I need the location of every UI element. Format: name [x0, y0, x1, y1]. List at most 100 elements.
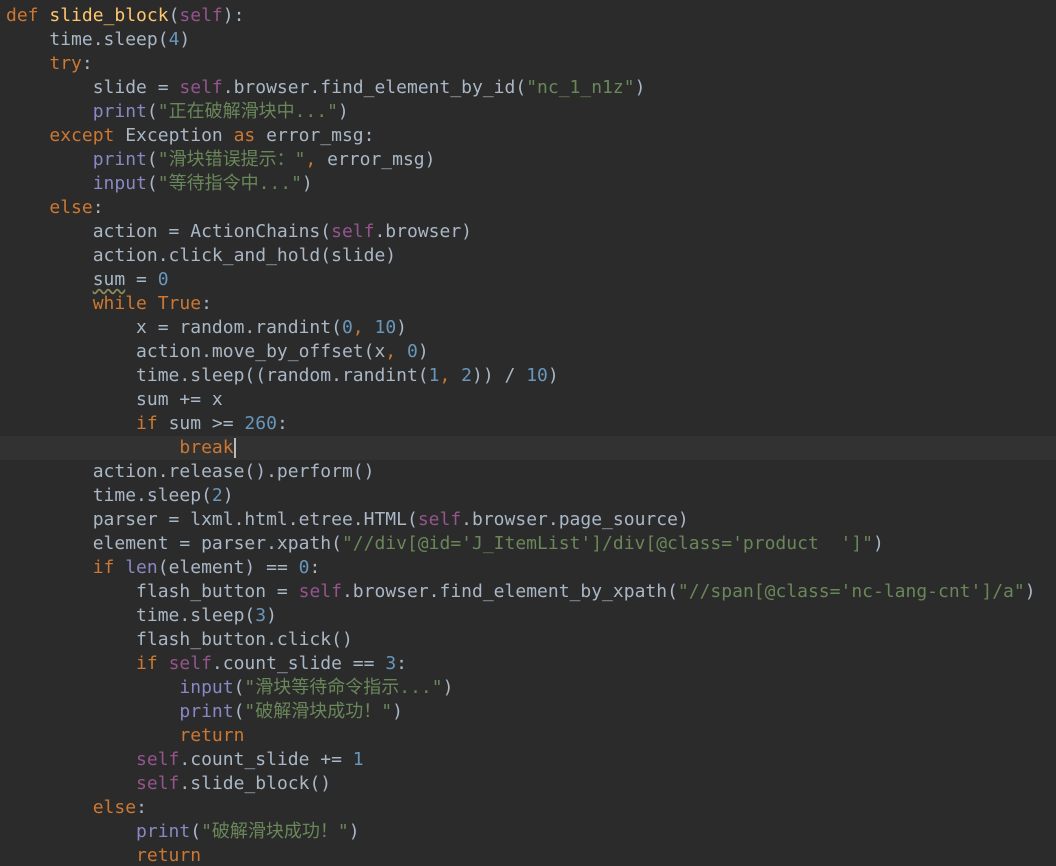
- code-token: 4: [168, 29, 180, 50]
- code-token: element = parser.xpath(: [6, 533, 342, 554]
- code-token: .browser.page_source): [461, 509, 689, 530]
- code-line[interactable]: action.move_by_offset(x, 0): [0, 340, 1056, 364]
- code-line[interactable]: self.count_slide += 1: [0, 748, 1056, 772]
- code-token: ): [396, 317, 408, 338]
- code-token: x = random.randint(: [6, 317, 342, 338]
- code-line[interactable]: self.slide_block(): [0, 772, 1056, 796]
- code-token: while True: [92, 293, 202, 314]
- code-token: parser = lxml.html.etree.HTML(: [6, 509, 418, 530]
- code-line[interactable]: print("滑块错误提示：", error_msg): [0, 148, 1056, 172]
- code-token: 1: [352, 749, 364, 770]
- code-token: "破解滑块成功！": [201, 821, 349, 842]
- code-token: 0: [298, 557, 310, 578]
- code-token: ): [1024, 581, 1036, 602]
- code-line[interactable]: sum += x: [0, 388, 1056, 412]
- code-line[interactable]: slide = self.browser.find_element_by_id(…: [0, 76, 1056, 100]
- code-token: sum += x: [6, 389, 223, 410]
- code-token: .browser.find_element_by_id(: [222, 77, 527, 98]
- code-token: flash_button =: [6, 581, 299, 602]
- code-line[interactable]: else:: [0, 796, 1056, 820]
- code-line[interactable]: action.click_and_hold(slide): [0, 244, 1056, 268]
- code-token: ,: [352, 317, 375, 338]
- code-line[interactable]: while True:: [0, 292, 1056, 316]
- code-token: try: [49, 53, 82, 74]
- code-token: ): [179, 29, 191, 50]
- code-token: if: [136, 653, 169, 674]
- code-token: action.release().perform(): [6, 461, 375, 482]
- code-token: print: [179, 701, 234, 722]
- code-token: print: [92, 149, 147, 170]
- code-line[interactable]: if sum >= 260:: [0, 412, 1056, 436]
- code-editor[interactable]: def slide_block(self): time.sleep(4) try…: [0, 0, 1056, 866]
- code-line[interactable]: return: [0, 724, 1056, 748]
- code-token: "nc_1_n1z": [526, 77, 635, 98]
- code-token: self: [179, 5, 223, 26]
- code-token: 3: [255, 605, 267, 626]
- code-token: flash_button.click(): [6, 629, 353, 650]
- code-token: def: [6, 5, 50, 26]
- code-token: else: [49, 197, 93, 218]
- code-token: ): [301, 173, 313, 194]
- code-token: self: [298, 581, 342, 602]
- code-token: ): [442, 677, 454, 698]
- code-token: ): [547, 365, 559, 386]
- code-line[interactable]: element = parser.xpath("//div[@id='J_Ite…: [0, 532, 1056, 556]
- code-line[interactable]: flash_button = self.browser.find_element…: [0, 580, 1056, 604]
- code-token: .count_slide +=: [179, 749, 353, 770]
- code-line[interactable]: if len(element) == 0:: [0, 556, 1056, 580]
- code-line[interactable]: sum = 0: [0, 268, 1056, 292]
- code-token: "//div[@id='J_ItemList']/div[@class='pro…: [341, 533, 873, 554]
- code-token: 2: [211, 485, 223, 506]
- code-token: 0: [157, 269, 169, 290]
- code-token: as: [233, 125, 267, 146]
- code-line[interactable]: except Exception as error_msg:: [0, 124, 1056, 148]
- code-token: 10: [526, 365, 548, 386]
- code-token: time.sleep(: [6, 605, 256, 626]
- code-line[interactable]: return: [0, 844, 1056, 866]
- code-line[interactable]: time.sleep(3): [0, 604, 1056, 628]
- code-line[interactable]: parser = lxml.html.etree.HTML(self.brows…: [0, 508, 1056, 532]
- code-line[interactable]: print("正在破解滑块中..."): [0, 100, 1056, 124]
- code-line[interactable]: x = random.randint(0, 10): [0, 316, 1056, 340]
- code-line[interactable]: time.sleep((random.randint(1, 2)) / 10): [0, 364, 1056, 388]
- code-token: return: [136, 845, 202, 866]
- code-token: :: [92, 197, 104, 218]
- code-line[interactable]: print("破解滑块成功！"): [0, 700, 1056, 724]
- code-token: ): [222, 485, 234, 506]
- code-token: slide =: [6, 77, 180, 98]
- code-token: self: [417, 509, 462, 530]
- code-line[interactable]: action = ActionChains(self.browser): [0, 220, 1056, 244]
- code-line[interactable]: def slide_block(self):: [0, 4, 1056, 28]
- code-token: (: [146, 173, 158, 194]
- code-token: (: [168, 5, 180, 26]
- code-token: )) /: [472, 365, 527, 386]
- code-token: .browser.find_element_by_xpath(: [341, 581, 678, 602]
- code-token: 10: [374, 317, 397, 338]
- code-token: 0: [341, 317, 353, 338]
- code-token: self: [168, 653, 212, 674]
- code-line[interactable]: flash_button.click(): [0, 628, 1056, 652]
- code-line[interactable]: input("滑块等待命令指示..."): [0, 676, 1056, 700]
- code-line[interactable]: else:: [0, 196, 1056, 220]
- code-line[interactable]: action.release().perform(): [0, 460, 1056, 484]
- code-token: action.click_and_hold(slide): [6, 245, 397, 266]
- code-line[interactable]: time.sleep(2): [0, 484, 1056, 508]
- code-line[interactable]: input("等待指令中..."): [0, 172, 1056, 196]
- code-token: 3: [385, 653, 397, 674]
- code-token: time.sleep(: [6, 29, 169, 50]
- code-token: 1: [428, 365, 440, 386]
- code-line[interactable]: if self.count_slide == 3:: [0, 652, 1056, 676]
- code-line[interactable]: time.sleep(4): [0, 28, 1056, 52]
- code-line[interactable]: try:: [0, 52, 1056, 76]
- code-line[interactable]: break: [0, 436, 1056, 460]
- code-token: Exception: [125, 125, 234, 146]
- code-line[interactable]: print("破解滑块成功！"): [0, 820, 1056, 844]
- code-token: :: [309, 557, 321, 578]
